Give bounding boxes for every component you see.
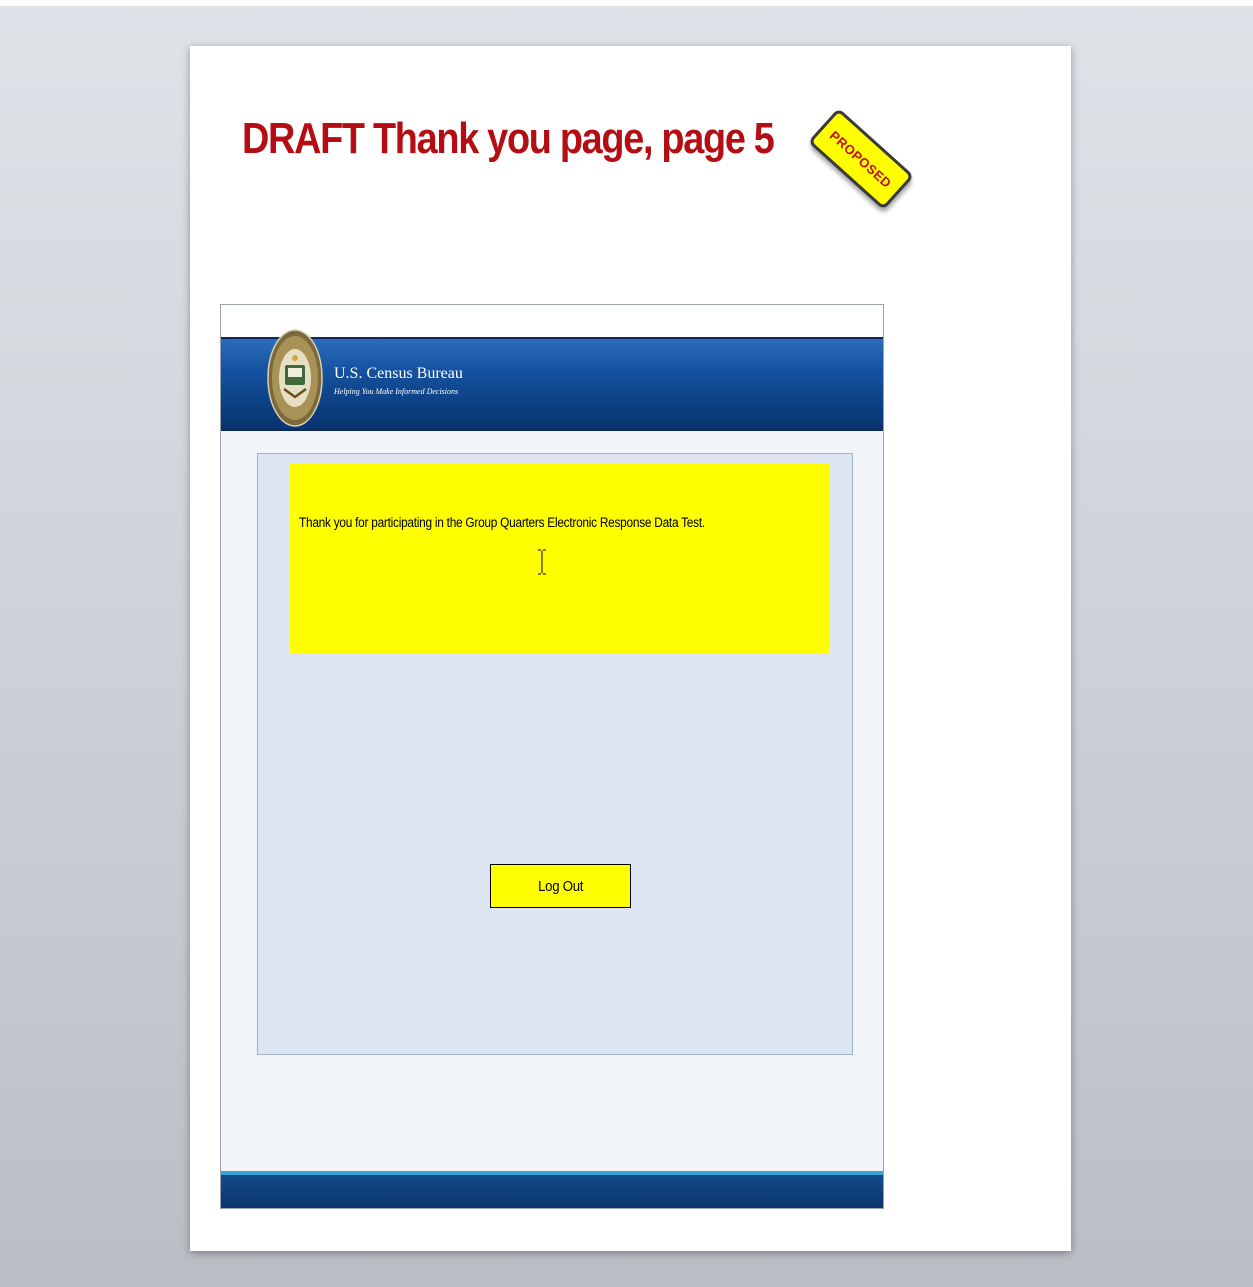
agency-name: U.S. Census Bureau	[334, 365, 463, 382]
proposed-stamp: PROPOSED	[807, 107, 915, 211]
web-page-mockup: U.S. Census Bureau Helping You Make Info…	[220, 304, 884, 1209]
slide-page: DRAFT Thank you page, page 5 PROPOSED U.…	[190, 46, 1071, 1251]
agency-tagline: Helping You Make Informed Decisions	[334, 387, 459, 396]
log-out-label: Log Out	[537, 877, 584, 895]
thank-you-message: Thank you for participating in the Group…	[299, 515, 705, 530]
thank-you-message-box: Thank you for participating in the Group…	[290, 464, 830, 654]
slide-title: DRAFT Thank you page, page 5	[242, 114, 775, 163]
seal-icon	[267, 329, 323, 427]
census-footer-bar	[221, 1175, 883, 1208]
window-top-edge	[0, 0, 1253, 6]
content-panel: Thank you for participating in the Group…	[257, 453, 853, 1055]
log-out-button[interactable]: Log Out	[490, 864, 631, 908]
proposed-stamp-label: PROPOSED	[827, 127, 895, 191]
text-cursor-icon	[538, 549, 546, 575]
